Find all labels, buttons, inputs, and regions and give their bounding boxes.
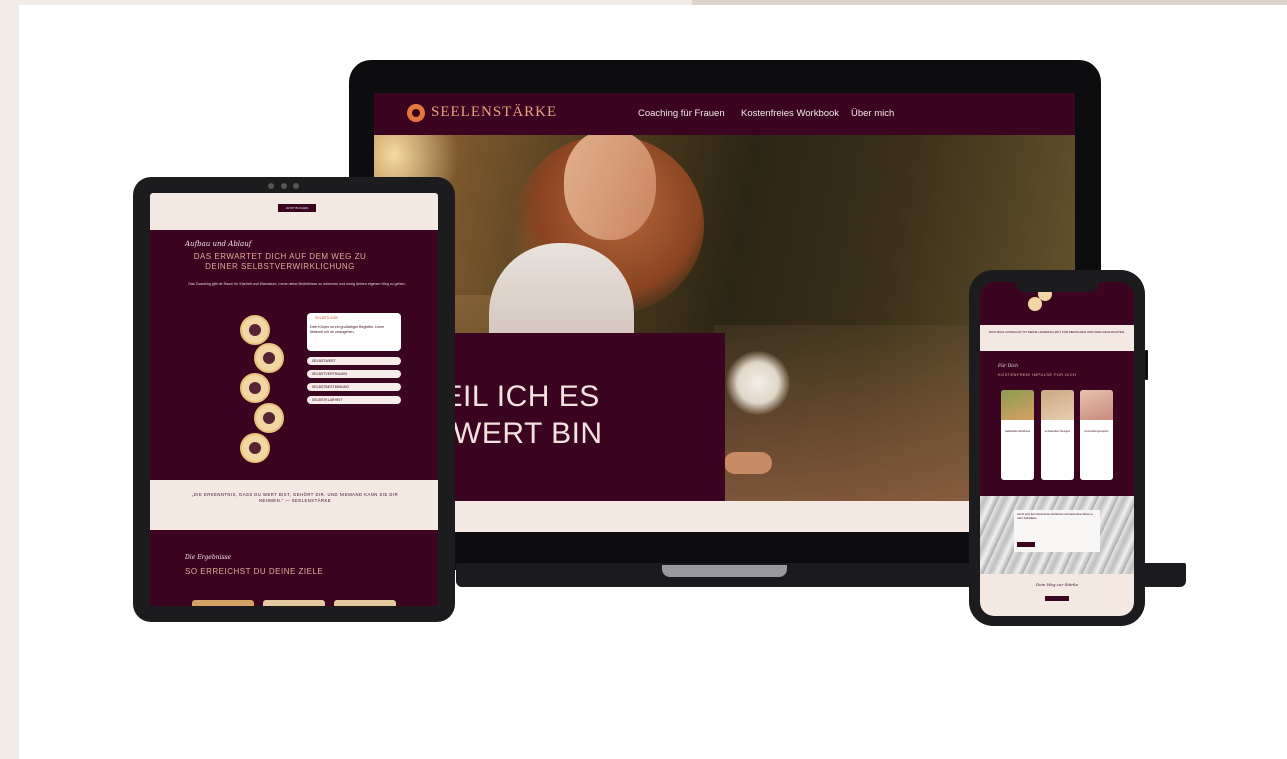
- accordion-item[interactable]: SELBSTWERT: [307, 357, 401, 365]
- offer-card[interactable]: Selbstliebe Workbook: [1001, 390, 1034, 480]
- result-thumbnail[interactable]: [192, 600, 254, 606]
- phone-quote-text: WAS MICH AUSMACHT IST MEINE LEIDENSCHAFT…: [989, 330, 1125, 334]
- book-button[interactable]: JETZT BUCHEN: [278, 204, 316, 212]
- nav-link-workbook[interactable]: Kostenfreies Workbook: [741, 108, 839, 119]
- offer-card-image: [1080, 390, 1113, 420]
- hero-hand: [724, 452, 772, 474]
- tablet-header: JETZT BUCHEN: [150, 193, 438, 230]
- portrait-icon: [1028, 297, 1042, 311]
- mountain-icon: [240, 433, 270, 463]
- offer-card-title: Achtsamkeit Übungen: [1044, 430, 1071, 433]
- offer-card[interactable]: Kennenlerngespräch: [1080, 390, 1113, 480]
- offer-card-title: Selbstliebe Workbook: [1004, 430, 1031, 433]
- quote-text: „DIE ERKENNTNIS, DASS DU WERT BIST, GEHÖ…: [191, 492, 399, 503]
- nav-link-coaching[interactable]: Coaching für Frauen: [638, 108, 725, 119]
- workbook-box: Hol dir jetzt dein kostenfreies Workbook…: [1014, 510, 1100, 552]
- workbook-button[interactable]: [1017, 542, 1035, 547]
- result-thumbnail[interactable]: [334, 600, 396, 606]
- laptop-trackpad-notch: [662, 565, 787, 577]
- scales-icon: [254, 403, 284, 433]
- phone-bottom-script: Dein Weg zur Stärke: [1036, 582, 1078, 587]
- results-script-title: Die Ergebnisse: [185, 554, 232, 561]
- phone-bottom-button[interactable]: [1045, 596, 1069, 601]
- quote-band: „DIE ERKENNTNIS, DASS DU WERT BIST, GEHÖ…: [150, 480, 438, 530]
- site-logo[interactable]: SEELENSTÄRKE: [431, 104, 557, 121]
- phone-script-title: Für Dich: [998, 364, 1019, 369]
- info-card[interactable]: SELBSTLIEBE Dein Körper ist ein großarti…: [307, 313, 401, 351]
- section-script-title: Aufbau und Ablauf: [185, 240, 252, 248]
- section-paragraph: Das Coaching gibt dir Raum für Klarheit …: [188, 282, 406, 286]
- site-navbar: SEELENSTÄRKE Coaching für Frauen Kostenf…: [374, 93, 1075, 135]
- phone-notch: [1015, 276, 1099, 292]
- tablet-camera: [268, 183, 274, 189]
- info-card-text: Dein Körper ist ein großartiger Begleite…: [310, 325, 385, 334]
- hero-woman-face: [564, 135, 656, 240]
- tablet-sensor: [281, 183, 287, 189]
- accordion-item[interactable]: SELBSTBESTIMMUNG: [307, 383, 401, 391]
- tablet-screen: JETZT BUCHEN Aufbau und Ablauf DAS ERWAR…: [150, 193, 438, 606]
- accordion-item[interactable]: SELBSTKLARHEIT: [307, 396, 401, 404]
- offer-card[interactable]: Achtsamkeit Übungen: [1041, 390, 1074, 480]
- workbook-text: Hol dir jetzt dein kostenfreies Workbook…: [1017, 513, 1093, 520]
- brain-heart-icon: [240, 373, 270, 403]
- offer-card-image: [1041, 390, 1074, 420]
- section-heading: DAS ERWARTET DICH AUF DEM WEG ZU DEINER …: [193, 252, 367, 271]
- result-thumbnail[interactable]: [263, 600, 325, 606]
- logo-icon[interactable]: [407, 104, 425, 122]
- nav-link-about[interactable]: Über mich: [851, 108, 894, 119]
- phone-bottom-band: Dein Weg zur Stärke: [980, 574, 1134, 616]
- results-heading: SO ERREICHST DU DEINE ZIELE: [185, 567, 324, 576]
- phone-screen: WAS MICH AUSMACHT IST MEINE LEIDENSCHAFT…: [980, 282, 1134, 616]
- accordion-item[interactable]: SELBSTVERTRAUEN: [307, 370, 401, 378]
- offer-card-title: Kennenlerngespräch: [1084, 430, 1109, 433]
- info-card-heading: SELBSTLIEBE: [315, 316, 339, 320]
- phone-side-button: [1145, 350, 1148, 380]
- phone-heading: KOSTENFREIE IMPULSE FÜR DICH: [998, 372, 1077, 377]
- heart-hand-icon: [240, 315, 270, 345]
- tablet-sensor: [293, 183, 299, 189]
- phone-quote-band: WAS MICH AUSMACHT IST MEINE LEIDENSCHAFT…: [980, 325, 1134, 351]
- offer-card-image: [1001, 390, 1034, 420]
- dandelion: [726, 351, 790, 415]
- stones-icon: [254, 343, 284, 373]
